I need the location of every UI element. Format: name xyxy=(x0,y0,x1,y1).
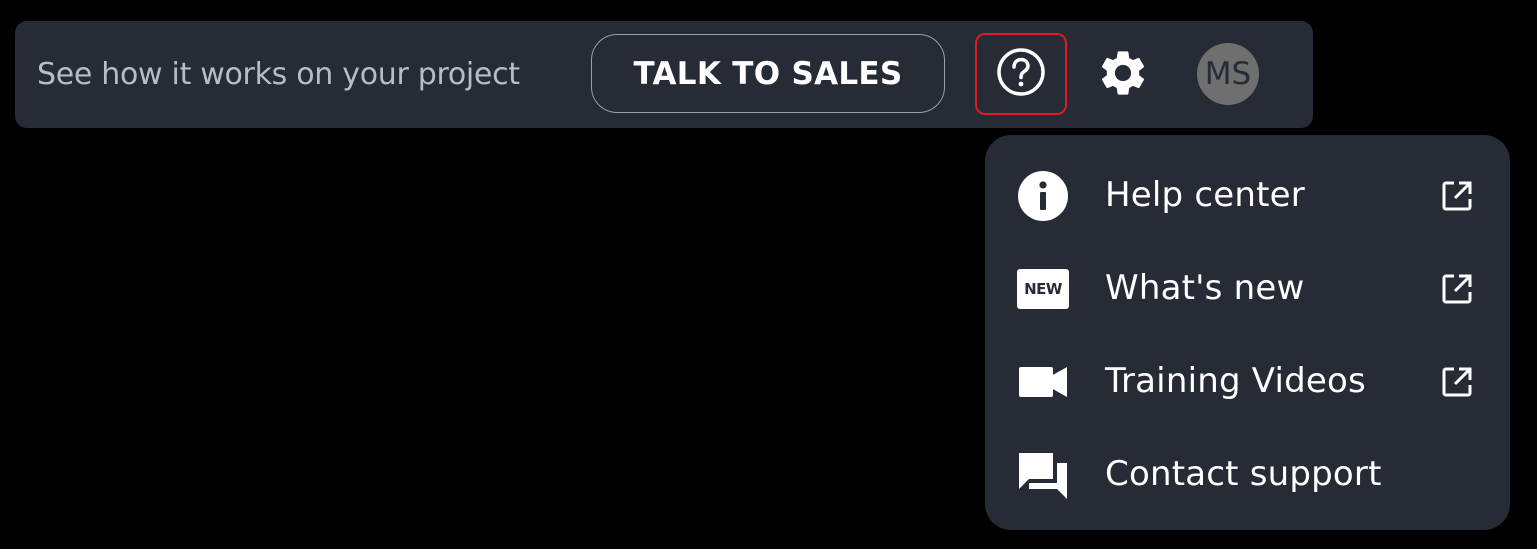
user-avatar[interactable]: MS xyxy=(1197,43,1259,105)
info-icon xyxy=(1017,170,1069,222)
help-circle-icon xyxy=(995,46,1047,102)
new-badge-text: NEW xyxy=(1017,268,1069,309)
promo-text: See how it works on your project xyxy=(37,57,520,92)
external-link-icon xyxy=(1440,272,1474,306)
menu-item-label: Training Videos xyxy=(1105,361,1366,401)
menu-item-label: Contact support xyxy=(1105,454,1382,494)
video-camera-icon xyxy=(1017,356,1069,408)
menu-item-help-center[interactable]: Help center xyxy=(985,149,1510,242)
top-bar: See how it works on your project TALK TO… xyxy=(15,21,1313,128)
menu-item-training-videos[interactable]: Training Videos xyxy=(985,335,1510,428)
menu-item-whats-new[interactable]: NEW What's new xyxy=(985,242,1510,335)
help-button[interactable] xyxy=(975,33,1067,115)
menu-item-contact-support[interactable]: Contact support xyxy=(985,428,1510,521)
chat-bubbles-icon xyxy=(1017,449,1069,501)
external-link-icon xyxy=(1440,365,1474,399)
menu-item-label: What's new xyxy=(1105,268,1305,308)
help-dropdown-menu: Help center NEW What's new Training Vide… xyxy=(985,135,1510,530)
settings-button[interactable] xyxy=(1093,47,1153,103)
external-link-icon xyxy=(1440,179,1474,213)
new-badge-icon: NEW xyxy=(1017,263,1069,315)
talk-to-sales-button[interactable]: TALK TO SALES xyxy=(591,34,945,113)
gear-icon xyxy=(1096,46,1150,104)
menu-item-label: Help center xyxy=(1105,175,1305,215)
